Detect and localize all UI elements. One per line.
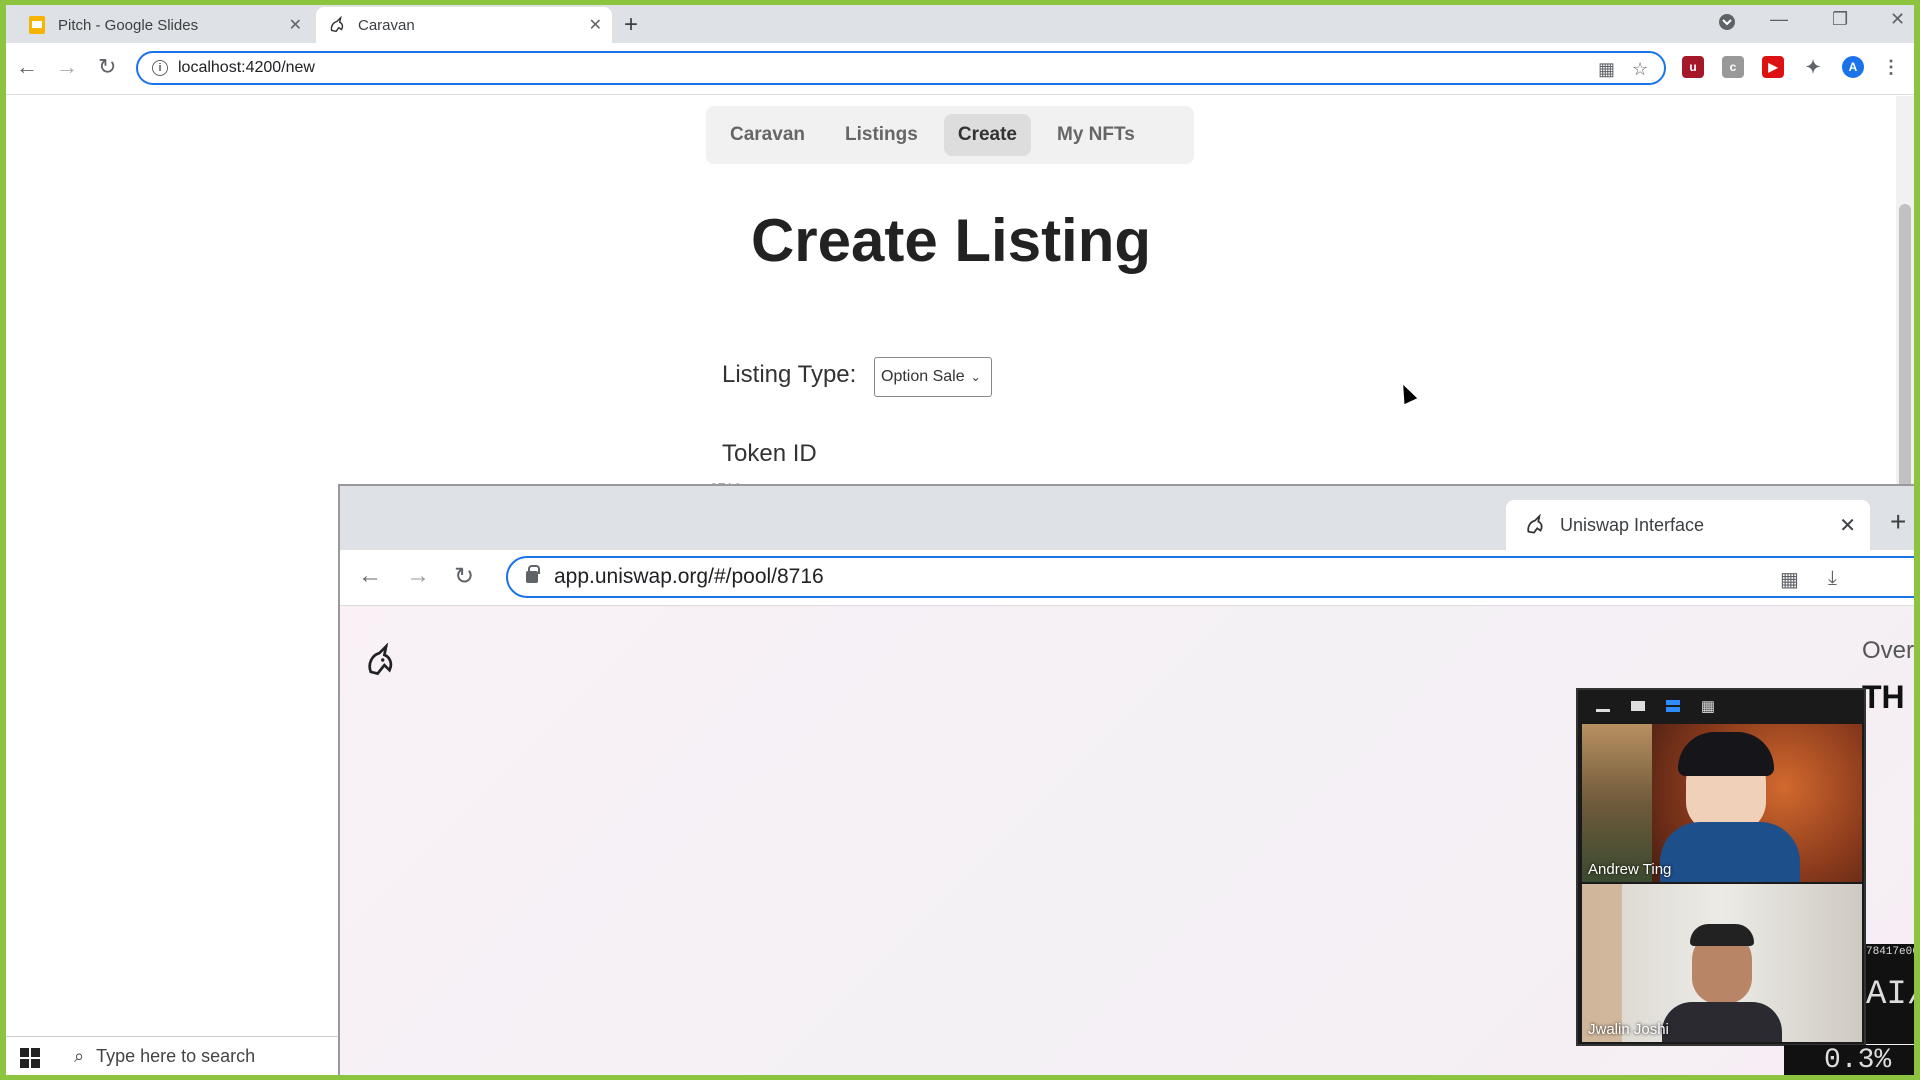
shared-address-bar[interactable]: app.uniswap.org/#/pool/8716 ▦ ⤓ [506, 556, 1914, 598]
terminal-text: AI/ [1866, 976, 1914, 1014]
profile-menu-icon[interactable] [1718, 13, 1736, 36]
address-text: app.uniswap.org/#/pool/8716 [554, 565, 824, 588]
install-icon[interactable]: ⤓ [1828, 567, 1837, 590]
app-nav: Caravan Listings Create My NFTs [706, 106, 1194, 164]
search-placeholder: Type here to search [96, 1046, 256, 1066]
search-icon: ⌕ [74, 1046, 85, 1066]
close-icon[interactable]: ✕ [1839, 513, 1856, 538]
extensions-puzzle-icon[interactable]: ✦ [1802, 56, 1824, 78]
forward-icon[interactable]: → [56, 54, 78, 80]
nav-listings[interactable]: Listings [831, 114, 932, 156]
nav-my-nfts[interactable]: My NFTs [1043, 114, 1149, 156]
address-bar[interactable]: i localhost:4200/new ▦ ☆ [136, 51, 1666, 85]
pair-text: TH [1862, 679, 1905, 715]
participant-tile[interactable]: Andrew Ting [1582, 724, 1862, 882]
tab-title: Pitch - Google Slides [58, 16, 199, 34]
fee-text: 0.3% [1784, 1045, 1914, 1075]
nav-caravan[interactable]: Caravan [716, 114, 819, 156]
shared-tab-strip: Uniswap Interface ✕ + [340, 486, 1914, 550]
nav-create[interactable]: Create [943, 114, 1031, 156]
video-call-window: ▦ Andrew Ting Jwalin Joshi [1576, 688, 1866, 1046]
browser-toolbar: ← → ↻ i localhost:4200/new ▦ ☆ u c ▶ ✦ A… [6, 43, 1914, 95]
participant-tile[interactable]: Jwalin Joshi [1582, 884, 1862, 1042]
participant-name: Andrew Ting [1588, 861, 1672, 878]
unicorn-icon [328, 16, 346, 34]
tab-caravan[interactable]: Caravan ✕ [316, 7, 612, 43]
strip-view-icon[interactable] [1662, 699, 1684, 713]
uniswap-logo-icon[interactable] [364, 643, 398, 677]
forward-icon[interactable]: → [406, 562, 430, 590]
reload-icon[interactable]: ↻ [98, 54, 116, 80]
info-icon[interactable]: i [152, 60, 168, 76]
qr-code-icon[interactable]: ▦ [1780, 567, 1799, 592]
token-id-label: Token ID [722, 440, 817, 467]
avatar[interactable]: A [1842, 56, 1864, 78]
close-icon[interactable]: ✕ [589, 15, 602, 35]
tab-uniswap[interactable]: Uniswap Interface ✕ [1506, 500, 1870, 550]
close-icon[interactable]: ✕ [289, 15, 302, 35]
new-tab-icon[interactable]: + [1890, 506, 1906, 538]
tab-title: Caravan [358, 16, 415, 34]
hash-text: 78417e06 [1866, 946, 1914, 958]
more-menu-icon[interactable]: ⋮ [1880, 56, 1902, 78]
minimize-icon[interactable] [1592, 699, 1614, 713]
unicorn-icon [1524, 514, 1546, 536]
terminal-fragment: 78417e06 AI/ [1866, 944, 1914, 1044]
overview-text: Overv [1862, 637, 1914, 664]
css-extension-icon[interactable]: c [1722, 56, 1744, 78]
tab-strip: Pitch - Google Slides ✕ Caravan ✕ + — ❐ … [6, 5, 1914, 43]
shared-toolbar: ← → ↻ app.uniswap.org/#/pool/8716 ▦ ⤓ [340, 550, 1914, 606]
listing-type-label: Listing Type: [722, 361, 857, 388]
chevron-down-icon: ⌄ [970, 370, 981, 384]
qr-code-icon[interactable]: ▦ [1598, 59, 1615, 80]
tab-title: Uniswap Interface [1560, 514, 1705, 535]
listing-type-select[interactable]: Option Sale ⌄ [874, 357, 992, 397]
lock-icon [526, 565, 540, 583]
slides-icon [28, 16, 46, 34]
participant-name: Jwalin Joshi [1588, 1021, 1669, 1038]
taskbar-search[interactable]: ⌕ Type here to search [60, 1037, 338, 1075]
page-title: Create Listing [750, 207, 1152, 274]
taskbar: ⌕ Type here to search [6, 1036, 338, 1075]
youtube-extension-icon[interactable]: ▶ [1762, 56, 1784, 78]
new-tab-icon[interactable]: + [624, 11, 638, 39]
tab-google-slides[interactable]: Pitch - Google Slides ✕ [16, 7, 312, 43]
reload-icon[interactable]: ↻ [454, 562, 474, 591]
video-call-toolbar: ▦ [1578, 690, 1864, 722]
minimize-icon[interactable]: — [1770, 9, 1788, 30]
back-icon[interactable]: ← [358, 562, 382, 590]
ublock-icon[interactable]: u [1682, 56, 1704, 78]
listing-type-value: Option Sale [881, 368, 965, 385]
grid-view-icon[interactable]: ▦ [1697, 698, 1719, 715]
single-view-icon[interactable] [1627, 699, 1649, 713]
restore-icon[interactable]: ❐ [1832, 9, 1848, 30]
bookmark-star-icon[interactable]: ☆ [1632, 59, 1648, 80]
address-text: localhost:4200/new [178, 59, 315, 76]
screen: Pitch - Google Slides ✕ Caravan ✕ + — ❐ … [6, 5, 1914, 1075]
windows-start-icon[interactable] [20, 1048, 40, 1068]
back-icon[interactable]: ← [16, 54, 38, 80]
close-window-icon[interactable]: ✕ [1890, 9, 1905, 30]
